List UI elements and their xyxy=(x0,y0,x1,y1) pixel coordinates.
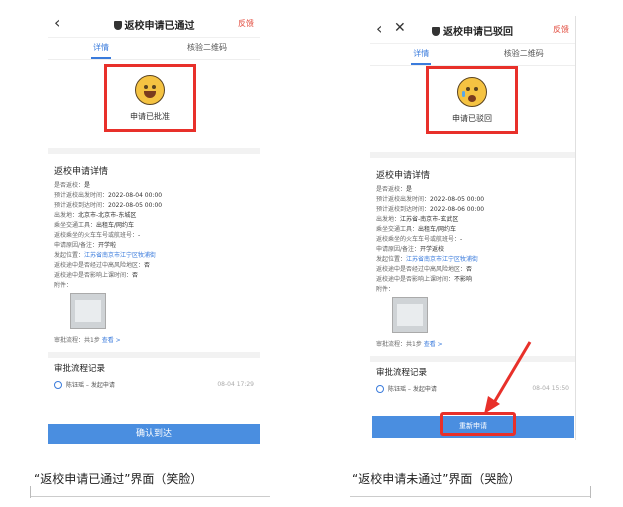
detail-row: 申请原因/备注：开学返校 xyxy=(376,246,445,253)
shield-icon xyxy=(432,27,440,36)
detail-row: 预计返校出发时间：2022-08-05 00:00 xyxy=(376,196,485,203)
approval-steps: 审批流程：共1步 查看 > xyxy=(54,337,121,344)
detail-row: 出发地：北京市-北京市-东城区 xyxy=(54,212,137,219)
caption-right: “返校申请未通过”界面（哭脸） xyxy=(352,472,521,486)
detail-row: 是否返校：是 xyxy=(376,186,413,193)
divider xyxy=(370,152,575,158)
detail-row: 返校乘坐的火车车号或航班号：- xyxy=(54,232,141,239)
flow-title: 审批流程记录 xyxy=(376,368,428,378)
detail-row: 附件： xyxy=(54,282,73,289)
detail-list: 是否返校：是 预计返校出发时间：2022-08-04 00:00 预计返校到达时… xyxy=(48,181,260,291)
approval-steps: 审批流程：共1步 查看 > xyxy=(376,341,443,348)
tab-qrcode[interactable]: 核验二维码 xyxy=(473,44,576,65)
tab-bar: 详情 核验二维码 xyxy=(370,44,575,66)
status-area: 申请已驳回 xyxy=(370,66,575,138)
detail-row: 预计返校到达时间：2022-08-06 00:00 xyxy=(376,206,485,213)
detail-row: 申请原因/备注：开学啦 xyxy=(54,242,117,249)
detail-row: 预计返校出发时间：2022-08-04 00:00 xyxy=(54,192,163,199)
detail-row: 返校途中是否影响上课时间：不影响 xyxy=(376,276,473,283)
crying-face-icon xyxy=(457,77,487,107)
rejected-screen: ‹ ✕ 返校申请已驳回 反馈 详情 核验二维码 申请已驳回 返校申请详情 是否返… xyxy=(370,16,576,440)
page: ‹ 返校申请已通过 反馈 详情 核验二维码 申请已批准 返校申请详情 是否返校：… xyxy=(0,0,623,507)
tab-bar: 详情 核验二维码 xyxy=(48,38,260,60)
status-highlight: 申请已批准 xyxy=(104,64,196,132)
status-label: 申请已驳回 xyxy=(452,114,492,123)
flow-item: 陈钰瑶 – 发起申请 08-04 17:29 xyxy=(48,378,260,391)
shield-icon xyxy=(113,21,122,30)
feedback-button[interactable]: 反馈 xyxy=(553,24,569,35)
detail-row: 发起位置：江苏省南京市江宁区牧浦街 xyxy=(376,256,479,263)
location-link[interactable]: 江苏省南京市江宁区牧浦街 xyxy=(406,256,478,263)
feedback-button[interactable]: 反馈 xyxy=(238,18,254,29)
tab-qrcode[interactable]: 核验二维码 xyxy=(154,38,260,59)
red-arrow-icon xyxy=(484,341,532,414)
detail-row: 发起位置：江苏省南京市江宁区牧浦街 xyxy=(54,252,157,259)
flow-title: 审批流程记录 xyxy=(54,364,106,374)
detail-row: 乘坐交通工具：出租车/网约车 xyxy=(54,222,135,229)
detail-row: 返校乘坐的火车车号或航班号：- xyxy=(376,236,463,243)
step-dot-icon xyxy=(54,380,62,389)
detail-row: 预计返校到达时间：2022-08-05 00:00 xyxy=(54,202,163,209)
status-highlight: 申请已驳回 xyxy=(426,66,518,134)
divider xyxy=(350,496,590,497)
location-link[interactable]: 江苏省南京市江宁区牧浦街 xyxy=(84,252,156,259)
tab-details[interactable]: 详情 xyxy=(370,44,473,65)
nav-bar: ‹ 返校申请已通过 反馈 xyxy=(48,10,260,38)
page-title: 返校申请已驳回 xyxy=(370,23,575,38)
detail-row: 返校途中是否影响上课时间：否 xyxy=(54,272,139,279)
tab-details[interactable]: 详情 xyxy=(48,38,154,59)
status-label: 申请已批准 xyxy=(130,112,170,121)
view-link[interactable]: 查看 > xyxy=(424,341,443,348)
flow-item: 陈钰瑶 – 发起申请 08-04 15:50 xyxy=(370,382,575,395)
approved-screen: ‹ 返校申请已通过 反馈 详情 核验二维码 申请已批准 返校申请详情 是否返校：… xyxy=(48,10,260,444)
step-dot-icon xyxy=(376,384,384,393)
detail-row: 附件： xyxy=(376,286,395,293)
divider xyxy=(30,486,31,498)
detail-row: 是否返校：是 xyxy=(54,182,91,189)
attachment-thumbnail[interactable] xyxy=(70,293,106,329)
section-title: 返校申请详情 xyxy=(54,167,109,177)
attachment-thumbnail[interactable] xyxy=(392,297,428,333)
divider xyxy=(30,496,270,497)
divider xyxy=(48,148,260,154)
detail-row: 出发地：江苏省-南京市-玄武区 xyxy=(376,216,459,223)
detail-list: 是否返校：是 预计返校出发时间：2022-08-05 00:00 预计返校到达时… xyxy=(370,185,575,295)
confirm-arrival-button[interactable]: 确认到达 xyxy=(48,424,260,444)
detail-row: 返校途中是否经过中高风险地区：否 xyxy=(376,266,473,273)
caption-left: “返校申请已通过”界面（笑脸） xyxy=(34,472,203,486)
detail-row: 乘坐交通工具：出租车/网约车 xyxy=(376,226,457,233)
smile-face-icon xyxy=(135,75,165,105)
divider xyxy=(590,486,591,498)
status-area: 申请已批准 xyxy=(48,60,260,132)
view-link[interactable]: 查看 > xyxy=(102,337,121,344)
section-title: 返校申请详情 xyxy=(376,171,431,181)
detail-row: 返校途中是否经过中高风险地区：否 xyxy=(54,262,151,269)
page-title: 返校申请已通过 xyxy=(48,17,260,32)
nav-bar: ‹ ✕ 返校申请已驳回 反馈 xyxy=(370,16,575,44)
